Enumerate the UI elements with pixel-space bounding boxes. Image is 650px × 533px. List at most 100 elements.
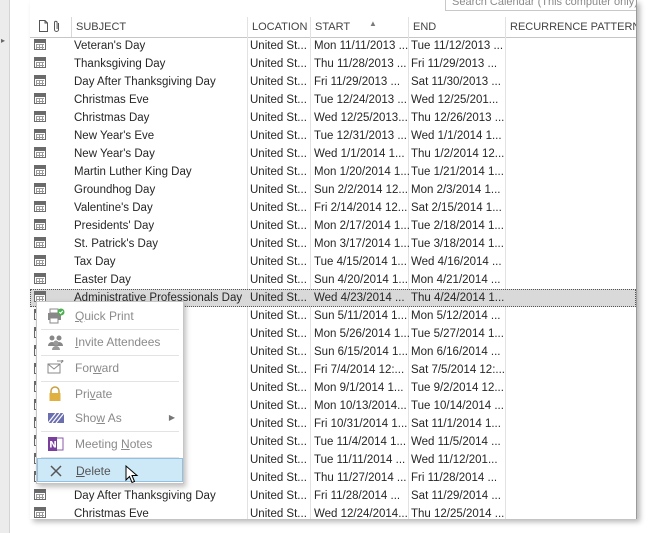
start-cell: Fri 2/14/2014 12... xyxy=(314,202,408,214)
search-calendar-input[interactable]: Search Calendar (This computer only) xyxy=(445,0,636,11)
end-cell: Tue 3/18/2014 1... xyxy=(411,238,504,250)
menu-item-forward[interactable]: Forward xyxy=(37,356,183,380)
context-menu: Quick Print Invite Attendees Forward Pri… xyxy=(36,301,184,484)
start-cell: Mon 9/1/2014 1... xyxy=(314,382,404,394)
attachment-column-icon[interactable] xyxy=(52,20,61,36)
menu-item-private[interactable]: Private xyxy=(37,382,183,406)
column-header-row: SUBJECT LOCATION START ▲ END RECURRENCE … xyxy=(30,17,636,38)
menu-item-quick-print[interactable]: Quick Print xyxy=(37,304,183,328)
end-cell: Mon 4/21/2014 ... xyxy=(411,274,501,286)
subject-cell: Easter Day xyxy=(74,274,131,286)
end-cell: Tue 9/2/2014 12... xyxy=(411,382,504,394)
start-cell: Mon 10/13/2014... xyxy=(314,400,407,412)
end-cell: Thu 4/24/2014 1... xyxy=(411,292,505,304)
table-row[interactable]: Easter Day United St... Sun 4/20/2014 1...… xyxy=(30,271,636,289)
location-cell: United St... xyxy=(250,94,307,106)
start-cell: Tue 12/24/2013 ... xyxy=(314,94,407,106)
appointment-icon xyxy=(34,75,46,86)
table-row[interactable]: New Year's Eve United St... Tue 12/31/2013… xyxy=(30,127,636,145)
end-cell: Wed 11/12/201... xyxy=(411,454,498,466)
start-cell: Wed 12/24/2014... xyxy=(314,508,408,519)
menu-item-label: Delete xyxy=(76,464,111,478)
location-cell: United St... xyxy=(250,436,307,448)
appointment-icon xyxy=(34,201,46,212)
menu-item-invite-attendees[interactable]: Invite Attendees xyxy=(37,330,183,354)
appointment-icon xyxy=(34,273,46,284)
column-location[interactable]: LOCATION xyxy=(247,17,310,37)
item-icon-column-icon[interactable] xyxy=(39,20,48,35)
table-row[interactable]: Presidents' Day United St... Mon 2/17/2014… xyxy=(30,217,636,235)
location-cell: United St... xyxy=(250,220,307,232)
start-cell: Tue 11/11/2014 ... xyxy=(314,454,406,466)
location-cell: United St... xyxy=(250,274,307,286)
table-row[interactable]: Christmas Eve United St... Wed 12/24/2014.… xyxy=(30,505,636,519)
end-cell: Thu 12/25/2014 ... xyxy=(411,508,505,519)
subject-cell: Groundhog Day xyxy=(74,184,156,196)
table-row[interactable]: New Year's Day United St... Wed 1/1/2014 1… xyxy=(30,145,636,163)
location-cell: United St... xyxy=(250,382,307,394)
table-row[interactable]: Christmas Eve United St... Tue 12/24/2013 … xyxy=(30,91,636,109)
table-row[interactable]: Christmas Day United St... Wed 12/25/2013.… xyxy=(30,109,636,127)
table-row[interactable]: Groundhog Day United St... Sun 2/2/2014 12… xyxy=(30,181,636,199)
subject-cell: New Year's Eve xyxy=(74,130,155,142)
start-cell: Sun 5/11/2014 1... xyxy=(314,310,408,322)
appointment-icon xyxy=(34,147,46,158)
mouse-pointer-icon xyxy=(125,465,139,484)
location-cell: United St... xyxy=(250,292,307,304)
collapse-arrow-icon[interactable]: ▸ xyxy=(1,36,5,45)
appointment-icon xyxy=(34,255,46,266)
menu-item-show-as[interactable]: Show As ▶ xyxy=(37,406,183,430)
subject-cell: Thanksgiving Day xyxy=(74,58,166,70)
location-cell: United St... xyxy=(250,418,307,430)
table-row[interactable]: Valentine's Day United St... Fri 2/14/2014… xyxy=(30,199,636,217)
start-cell: Sun 6/15/2014 1... xyxy=(314,346,408,358)
forward-icon xyxy=(47,358,64,376)
location-cell: United St... xyxy=(250,364,307,376)
submenu-arrow-icon: ▶ xyxy=(168,413,175,422)
start-cell: Mon 2/17/2014 1... xyxy=(314,220,409,232)
end-cell: Tue 10/14/2014 ... xyxy=(411,400,504,412)
end-cell: Tue 5/27/2014 1... xyxy=(411,328,504,340)
subject-cell: New Year's Day xyxy=(74,148,155,160)
table-row[interactable]: Day After Thanksgiving Day United St... Fr… xyxy=(30,73,636,91)
menu-item-delete[interactable]: Delete xyxy=(37,458,183,482)
menu-item-label: Show As xyxy=(75,411,122,425)
menu-item-label: Quick Print xyxy=(75,309,134,323)
end-cell: Sat 11/30/2013 ... xyxy=(411,76,501,88)
show-as-icon xyxy=(47,410,65,426)
table-row[interactable]: Tax Day United St... Tue 4/15/2014 1... Wed… xyxy=(30,253,636,271)
location-cell: United St... xyxy=(250,130,307,142)
location-cell: United St... xyxy=(250,346,307,358)
table-row[interactable]: Thanksgiving Day United St... Thu 11/28/20… xyxy=(30,55,636,73)
menu-item-label: Private xyxy=(75,387,113,401)
location-cell: United St... xyxy=(250,328,307,340)
location-cell: United St... xyxy=(250,112,307,124)
table-row[interactable]: St. Patrick's Day United St... Mon 3/17/20… xyxy=(30,235,636,253)
start-cell: Fri 10/31/2014 1... xyxy=(314,418,408,430)
location-cell: United St... xyxy=(250,508,307,519)
menu-item-meeting-notes[interactable]: N Meeting Notes xyxy=(37,432,183,456)
location-cell: United St... xyxy=(250,202,307,214)
subject-cell: Christmas Day xyxy=(74,112,150,124)
start-cell: Mon 11/11/2013 ... xyxy=(314,40,409,52)
start-cell: Fri 7/4/2014 12:... xyxy=(314,364,405,376)
column-recurrence-pattern[interactable]: RECURRENCE PATTERN xyxy=(505,17,636,37)
table-row[interactable]: Martin Luther King Day United St... Mon 1/… xyxy=(30,163,636,181)
appointment-icon xyxy=(34,39,46,50)
end-cell: Wed 12/25/201... xyxy=(411,94,499,106)
location-cell: United St... xyxy=(250,310,307,322)
column-subject[interactable]: SUBJECT xyxy=(71,17,248,37)
table-row[interactable]: Veteran's Day United St... Mon 11/11/2013 … xyxy=(30,37,636,55)
end-cell: Mon 2/3/2014 1... xyxy=(411,184,501,196)
start-cell: Tue 11/4/2014 1... xyxy=(314,436,407,448)
column-start[interactable]: START xyxy=(310,17,408,37)
subject-cell: Tax Day xyxy=(74,256,116,268)
invite-attendees-icon xyxy=(47,334,63,350)
menu-item-label: Invite Attendees xyxy=(75,335,161,349)
column-end[interactable]: END xyxy=(408,17,505,37)
subject-cell: Veteran's Day xyxy=(74,40,146,52)
table-row[interactable]: Day After Thanksgiving Day United St... Fr… xyxy=(30,487,636,505)
location-cell: United St... xyxy=(250,238,307,250)
appointment-icon xyxy=(34,507,46,518)
subject-cell: Valentine's Day xyxy=(74,202,153,214)
